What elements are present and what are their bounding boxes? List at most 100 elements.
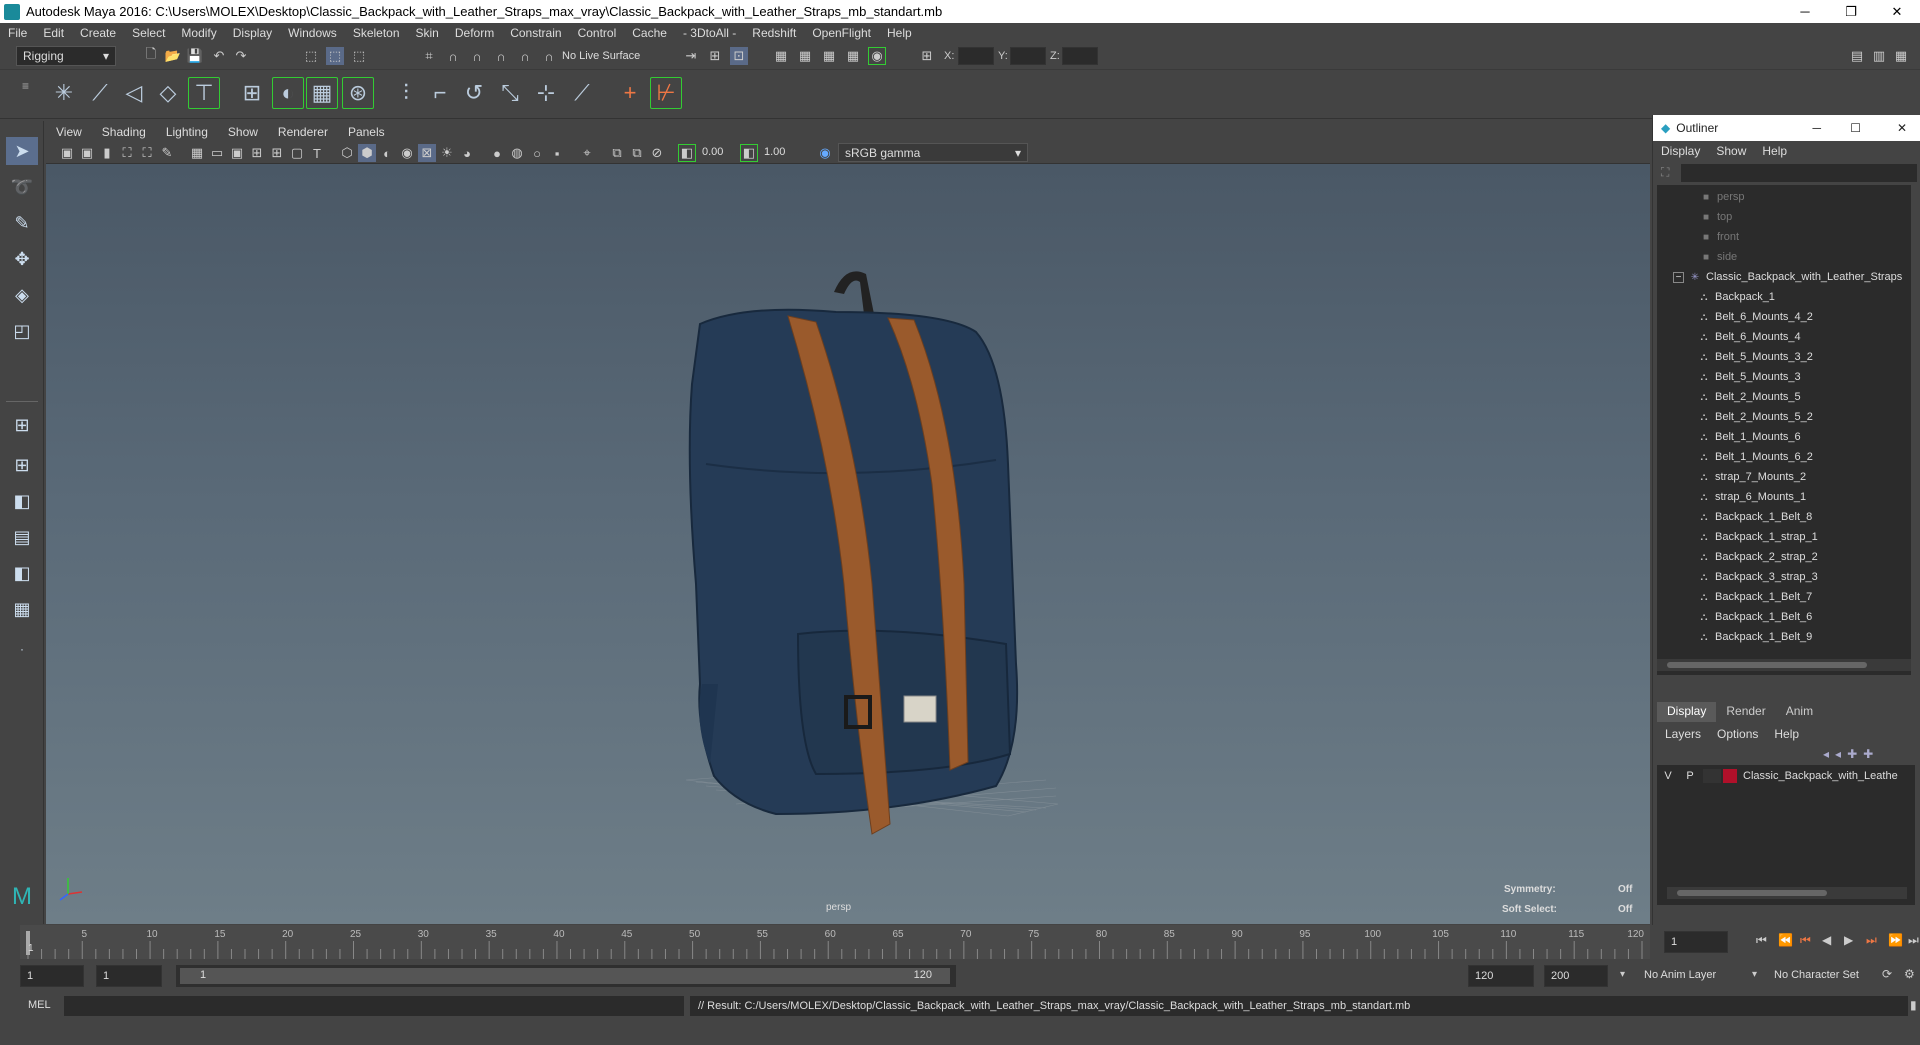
joint-tool-icon[interactable]: ✳	[48, 77, 80, 109]
y-field[interactable]	[1010, 47, 1046, 65]
outliner-item-child[interactable]: ⛬ Backpack_1_Belt_7	[1657, 587, 1911, 607]
step-back-icon[interactable]: ⏪	[1778, 933, 1793, 947]
new-layer-selected-icon[interactable]: ✚	[1863, 747, 1873, 761]
live-surface-label[interactable]: No Live Surface	[562, 50, 640, 62]
layer-color-swatch[interactable]	[1723, 769, 1737, 783]
vp-menu-lighting[interactable]: Lighting	[156, 125, 218, 139]
menu-edit[interactable]: Edit	[35, 26, 72, 40]
minimize-button[interactable]: ─	[1782, 0, 1828, 23]
outliner-item-top[interactable]: ■ top	[1657, 207, 1911, 227]
smooth-shade-icon[interactable]: ⬢	[358, 144, 376, 162]
more-layouts-icon[interactable]: ·	[6, 635, 38, 663]
outliner-item-child[interactable]: ⛬ Backpack_1_Belt_9	[1657, 627, 1911, 647]
outliner-menu-display[interactable]: Display	[1653, 144, 1708, 158]
shelf-tab-menu-icon[interactable]: ≡	[22, 79, 29, 93]
attribute-editor-icon[interactable]: ▥	[1870, 47, 1888, 65]
playback-end-field[interactable]: 120	[1468, 965, 1534, 987]
outliner-hscrollbar[interactable]	[1657, 659, 1911, 671]
outliner-item-child[interactable]: ⛬ Backpack_1_strap_1	[1657, 527, 1911, 547]
scene-start-field[interactable]: 1	[20, 965, 84, 987]
outliner-item-child[interactable]: ⛬ Belt_1_Mounts_6_2	[1657, 447, 1911, 467]
color-management-icon[interactable]: ◉	[816, 144, 834, 162]
menu-constrain[interactable]: Constrain	[502, 26, 569, 40]
resolution-gate-icon[interactable]: ▣	[228, 144, 246, 162]
scale-constraint-icon[interactable]: ⤡	[494, 77, 526, 109]
layer-playback-toggle[interactable]: P	[1679, 770, 1701, 782]
backpack-model[interactable]	[46, 164, 1650, 924]
isolate-select-icon[interactable]: ▪	[548, 144, 566, 162]
anim-layer-dropdown[interactable]: No Anim Layer	[1644, 969, 1716, 981]
layer-name[interactable]: Classic_Backpack_with_Leathe	[1743, 770, 1898, 782]
lattice-icon[interactable]: ▦	[306, 77, 338, 109]
menu-modify[interactable]: Modify	[173, 26, 224, 40]
four-view-layout-icon[interactable]: ⊞	[6, 451, 38, 479]
backface-culling-icon[interactable]: ⊘	[648, 144, 666, 162]
safe-title-icon[interactable]: T	[308, 144, 326, 162]
snap-surface-icon[interactable]: ∩	[516, 47, 534, 65]
camera-select-icon[interactable]: ▣	[58, 144, 76, 162]
menu-redshift[interactable]: Redshift	[744, 26, 804, 40]
xray-icon[interactable]: ⌖	[578, 144, 596, 162]
new-scene-icon[interactable]: 🗋	[142, 46, 160, 65]
use-all-lights-icon[interactable]: ⊠	[418, 144, 436, 162]
xray-components-icon[interactable]: ⧉	[628, 144, 646, 162]
layer-menu-help[interactable]: Help	[1766, 727, 1807, 741]
lasso-tool-icon[interactable]: ➰	[6, 173, 38, 201]
exposure-value[interactable]: 0.00	[702, 146, 723, 158]
x-field[interactable]	[958, 47, 994, 65]
outliner-item-child[interactable]: ⛬ strap_6_Mounts_1	[1657, 487, 1911, 507]
outliner-item-side[interactable]: ■ side	[1657, 247, 1911, 267]
vp-menu-view[interactable]: View	[46, 125, 92, 139]
outliner-item-root[interactable]: − ✳ Classic_Backpack_with_Leather_Straps	[1657, 267, 1911, 287]
open-scene-icon[interactable]: 📂	[164, 47, 182, 65]
outliner-item-child[interactable]: ⛬ Backpack_1_Belt_8	[1657, 507, 1911, 527]
motion-blur-icon[interactable]: ●	[488, 144, 506, 162]
persp-outliner-layout-icon[interactable]: ◧	[6, 487, 38, 515]
menu-control[interactable]: Control	[570, 26, 625, 40]
render-settings-icon[interactable]: ⊡	[730, 47, 748, 65]
layer-menu-options[interactable]: Options	[1709, 727, 1766, 741]
render-frame-icon[interactable]: ▦	[772, 47, 790, 65]
select-tool-icon[interactable]: ➤	[6, 137, 38, 165]
ik-handle-icon[interactable]: ⊤	[188, 77, 220, 109]
snap-grid-icon[interactable]: ⌗	[420, 47, 438, 65]
scrollbar-thumb[interactable]	[1677, 890, 1827, 896]
parent-constraint-icon[interactable]: ⊹	[530, 77, 562, 109]
chevron-down-icon[interactable]: ▾	[1620, 969, 1625, 980]
outliner-search-input[interactable]	[1681, 164, 1917, 182]
orient-joint-icon[interactable]: ◇	[152, 77, 184, 109]
go-to-start-icon[interactable]: ⏮	[1756, 933, 1767, 948]
outliner-menu-help[interactable]: Help	[1754, 144, 1795, 158]
save-scene-icon[interactable]: 💾	[186, 47, 204, 65]
layer-row[interactable]: V P Classic_Backpack_with_Leathe	[1657, 765, 1915, 787]
menu-openflight[interactable]: OpenFlight	[804, 26, 879, 40]
step-forward-key-icon[interactable]: ⏭	[1866, 933, 1877, 948]
play-backward-icon[interactable]: ◀	[1822, 933, 1831, 947]
tab-display[interactable]: Display	[1657, 702, 1717, 722]
menu-create[interactable]: Create	[72, 26, 124, 40]
script-editor-icon[interactable]: ▮	[1910, 998, 1917, 1012]
auto-key-icon[interactable]: ⟳	[1882, 967, 1892, 981]
outliner-menu-show[interactable]: Show	[1708, 144, 1754, 158]
wireframe-icon[interactable]: ⬡	[338, 144, 356, 162]
bind-skin-icon[interactable]: ⊞	[236, 77, 268, 109]
single-perspective-layout-icon[interactable]: ⊞	[6, 411, 38, 439]
uv-editor-layout-icon[interactable]: ▦	[6, 595, 38, 623]
multisample-aa-icon[interactable]: ◍	[508, 144, 526, 162]
outliner-item-child[interactable]: ⛬ Backpack_1	[1657, 287, 1911, 307]
playback-start-field[interactable]: 1	[96, 965, 162, 987]
outliner-item-child[interactable]: ⛬ Belt_2_Mounts_5	[1657, 387, 1911, 407]
step-forward-icon[interactable]: ⏩	[1888, 933, 1903, 947]
layer-menu-layers[interactable]: Layers	[1657, 727, 1709, 741]
step-back-key-icon[interactable]: ⏮	[1800, 933, 1811, 948]
set-driven-key-icon[interactable]: ⊬	[650, 77, 682, 109]
orient-constraint-icon[interactable]: ↺	[458, 77, 490, 109]
play-forward-icon[interactable]: ▶	[1844, 933, 1853, 947]
xray-joints-icon[interactable]: ⧉	[608, 144, 626, 162]
mirror-joint-icon[interactable]: ◁	[118, 77, 150, 109]
render-view-icon[interactable]: ▦	[820, 47, 838, 65]
menu-deform[interactable]: Deform	[447, 26, 502, 40]
move-tool-icon[interactable]: ✥	[6, 245, 38, 273]
outliner-item-child[interactable]: ⛬ Belt_6_Mounts_4	[1657, 327, 1911, 347]
outliner-item-child[interactable]: ⛬ Backpack_3_strap_3	[1657, 567, 1911, 587]
